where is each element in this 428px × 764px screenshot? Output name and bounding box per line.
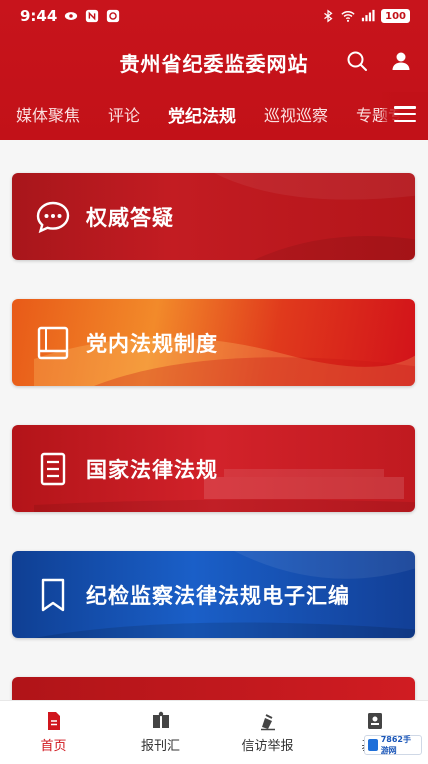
status-time: 9:44 [20, 7, 58, 25]
bluetooth-icon [324, 9, 333, 23]
book-icon [34, 324, 72, 362]
home-doc-icon [47, 712, 60, 730]
document-icon [34, 450, 72, 488]
nfc-icon [86, 9, 99, 23]
nav-newspapers[interactable]: 报刊汇 [107, 711, 214, 754]
user-icon [392, 52, 410, 70]
status-bar: 9:44 100 [0, 0, 428, 32]
card-national-laws[interactable]: 国家法律法规 [12, 425, 415, 512]
card-label: 国家法律法规 [86, 457, 218, 482]
tab-party-regulations[interactable]: 党纪法规 [168, 102, 236, 127]
bookmark-icon [34, 576, 72, 614]
category-tabs: 媒体聚焦 评论 党纪法规 巡视巡察 专题专 [0, 92, 428, 136]
site-watermark: 7862手游网 [364, 735, 422, 755]
signal-icon [362, 9, 375, 22]
battery-indicator: 100 [381, 9, 410, 23]
nav-label: 报刊汇 [140, 739, 180, 754]
notification-icon [107, 9, 120, 23]
card-supervision-compilation[interactable]: 纪检监察法律法规电子汇编 [12, 551, 415, 638]
newspaper-icon [152, 711, 169, 728]
nav-label: 首页 [40, 739, 67, 754]
card-label: 党内法规制度 [86, 331, 218, 356]
nav-label: 信访举报 [241, 739, 294, 754]
tab-comment[interactable]: 评论 [108, 102, 140, 126]
title-bar: 贵州省纪委监委网站 [0, 40, 428, 84]
card-party-regulations[interactable]: 党内法规制度 [12, 299, 415, 386]
bottom-navigation: 首页 报刊汇 信访举报 基层 [0, 700, 428, 764]
wifi-icon [341, 11, 355, 22]
app-header: 9:44 100 贵州省纪委监委网站 媒体聚焦 评论 党纪法规 巡视巡察 专题专 [0, 0, 428, 140]
watermark-logo-icon [368, 739, 378, 751]
eye-icon [65, 12, 78, 20]
page-title: 贵州省纪委监委网站 [119, 51, 309, 76]
nav-petition-report[interactable]: 信访举报 [214, 711, 321, 754]
hamburger-icon [394, 106, 416, 122]
watermark-text: 7862手游网 [380, 735, 411, 755]
chat-bubble-icon [34, 198, 72, 236]
user-button[interactable] [388, 48, 414, 74]
nav-home[interactable]: 首页 [0, 711, 107, 754]
card-label: 权威答疑 [86, 205, 174, 230]
search-icon [347, 51, 367, 71]
tab-menu-button[interactable] [382, 92, 428, 136]
tab-inspection[interactable]: 巡视巡察 [264, 102, 328, 126]
profile-icon [367, 713, 382, 729]
report-icon [260, 714, 275, 731]
tab-media-focus[interactable]: 媒体聚焦 [16, 102, 80, 126]
main-content: 权威答疑 党内法规制度 国家法律法规 纪检监察法律法规电子汇编 [0, 140, 428, 717]
card-label: 纪检监察法律法规电子汇编 [86, 583, 350, 608]
card-authoritative-qa[interactable]: 权威答疑 [12, 173, 415, 260]
search-button[interactable] [344, 48, 370, 74]
